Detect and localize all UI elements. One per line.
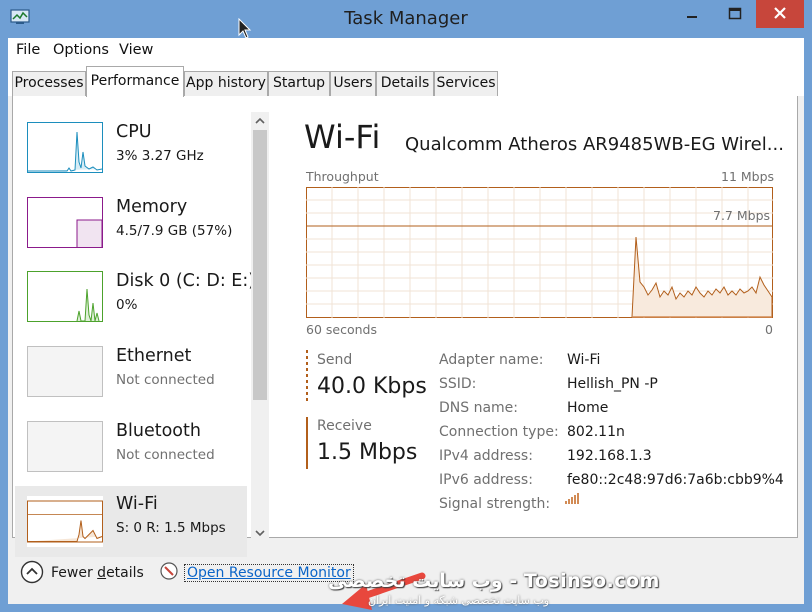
sidebar-item-label: Ethernet	[116, 346, 192, 366]
prop-adapter-name-value: Wi-Fi	[567, 352, 601, 368]
graph-mid-label: 7.7 Mbps	[713, 208, 771, 223]
tab-details[interactable]: Details	[376, 71, 434, 96]
sidebar-item-disk[interactable]: Disk 0 (C: D: E:) 0%	[15, 271, 255, 342]
prop-ipv4-label: IPv4 address:	[439, 448, 533, 464]
sidebar-item-value: S: 0 R: 1.5 Mbps	[116, 520, 226, 536]
scrollbar-thumb[interactable]	[253, 130, 267, 400]
sidebar-item-value: 4.5/7.9 GB (57%)	[116, 223, 233, 239]
prop-connection-type-value: 802.11n	[567, 424, 625, 440]
sidebar-item-value: Not connected	[116, 372, 215, 388]
tab-performance[interactable]: Performance	[86, 66, 184, 97]
watermark-subtitle: وب سایت تخصصی شبکه و امنیت ایران	[368, 594, 550, 607]
prop-ssid-value: Hellish_PN -P	[567, 376, 658, 392]
signal-strength-icon	[565, 493, 579, 504]
sidebar-scrollbar[interactable]	[251, 112, 269, 542]
cpu-thumbnail-graph	[27, 122, 103, 173]
fewer-details-button[interactable]: Fewer details	[51, 565, 144, 581]
wifi-thumbnail-graph	[27, 496, 103, 547]
close-button[interactable]	[756, 0, 804, 28]
receive-value: 1.5 Mbps	[317, 440, 418, 465]
prop-ssid-label: SSID:	[439, 376, 477, 392]
graph-label: Throughput	[306, 169, 379, 184]
send-value: 40.0 Kbps	[317, 374, 427, 399]
graph-x-right-label: 0	[765, 322, 773, 337]
resource-title: Wi-Fi	[304, 118, 381, 156]
scroll-up-arrow-icon[interactable]	[251, 112, 269, 130]
menu-file[interactable]: File	[16, 42, 40, 58]
graph-max-label: 11 Mbps	[721, 169, 775, 184]
mouse-cursor-icon	[238, 18, 252, 39]
prop-ipv4-value: 192.168.1.3	[567, 448, 652, 464]
resource-monitor-icon	[160, 562, 178, 580]
sidebar-item-label: Memory	[116, 197, 188, 217]
prop-connection-type-label: Connection type:	[439, 424, 559, 440]
menu-bar: File Options View	[8, 38, 804, 64]
sidebar-item-value: 3% 3.27 GHz	[116, 148, 204, 164]
watermark: وب سایت تخصصی - Tosinso.com	[328, 570, 660, 592]
fewer-details-chevron-icon[interactable]	[20, 560, 44, 584]
prop-dns-label: DNS name:	[439, 400, 519, 416]
adapter-model: Qualcomm Atheros AR9485WB-EG Wirel...	[405, 134, 784, 155]
sidebar-item-wifi[interactable]: Wi-Fi S: 0 R: 1.5 Mbps	[15, 486, 247, 557]
fewer-details-accesskey: d	[97, 565, 107, 581]
sidebar-item-label: Bluetooth	[116, 421, 201, 441]
window-client: File Options View Processes Performance …	[8, 38, 804, 610]
graph-x-left-label: 60 seconds	[306, 322, 377, 337]
sidebar-item-memory[interactable]: Memory 4.5/7.9 GB (57%)	[15, 197, 247, 268]
menu-options[interactable]: Options	[53, 42, 109, 58]
prop-adapter-name-label: Adapter name:	[439, 352, 544, 368]
tab-processes[interactable]: Processes	[12, 71, 86, 96]
sidebar-item-label: Disk 0 (C: D: E:)	[116, 271, 256, 291]
disk-thumbnail-graph	[27, 271, 103, 322]
throughput-graph	[306, 187, 773, 318]
bluetooth-thumbnail-graph	[27, 421, 103, 472]
tab-users[interactable]: Users	[330, 71, 376, 96]
minimize-button[interactable]	[670, 0, 714, 28]
prop-dns-value: Home	[567, 400, 609, 416]
sidebar-item-value: 0%	[116, 297, 138, 313]
tab-strip: Processes Performance App history Startu…	[8, 64, 804, 97]
tab-services[interactable]: Services	[434, 71, 498, 96]
memory-thumbnail-graph	[27, 197, 103, 248]
sidebar-item-cpu[interactable]: CPU 3% 3.27 GHz	[15, 122, 247, 193]
menu-view[interactable]: View	[119, 42, 153, 58]
prop-ipv6-label: IPv6 address:	[439, 472, 533, 488]
maximize-button[interactable]	[714, 0, 756, 28]
send-indicator-line	[306, 350, 308, 402]
fewer-details-text-rest: etails	[106, 565, 144, 581]
sidebar-item-label: Wi-Fi	[116, 494, 158, 514]
send-label: Send	[317, 352, 353, 368]
ethernet-thumbnail-graph	[27, 346, 103, 397]
fewer-details-text: Fewer	[51, 565, 98, 581]
tab-startup[interactable]: Startup	[268, 71, 330, 96]
sidebar-item-bluetooth[interactable]: Bluetooth Not connected	[15, 421, 247, 492]
scroll-down-arrow-icon[interactable]	[251, 524, 269, 542]
sidebar-item-ethernet[interactable]: Ethernet Not connected	[15, 346, 247, 417]
sidebar-item-label: CPU	[116, 122, 152, 142]
receive-indicator-line	[306, 417, 308, 469]
prop-signal-label: Signal strength:	[439, 496, 551, 512]
sidebar-item-value: Not connected	[116, 447, 215, 463]
title-bar[interactable]: Task Manager	[0, 0, 812, 38]
prop-ipv6-value: fe80::2c48:97d6:7a6b:cbb9%4	[567, 472, 784, 488]
receive-label: Receive	[317, 418, 372, 434]
tab-app-history[interactable]: App history	[184, 71, 268, 96]
